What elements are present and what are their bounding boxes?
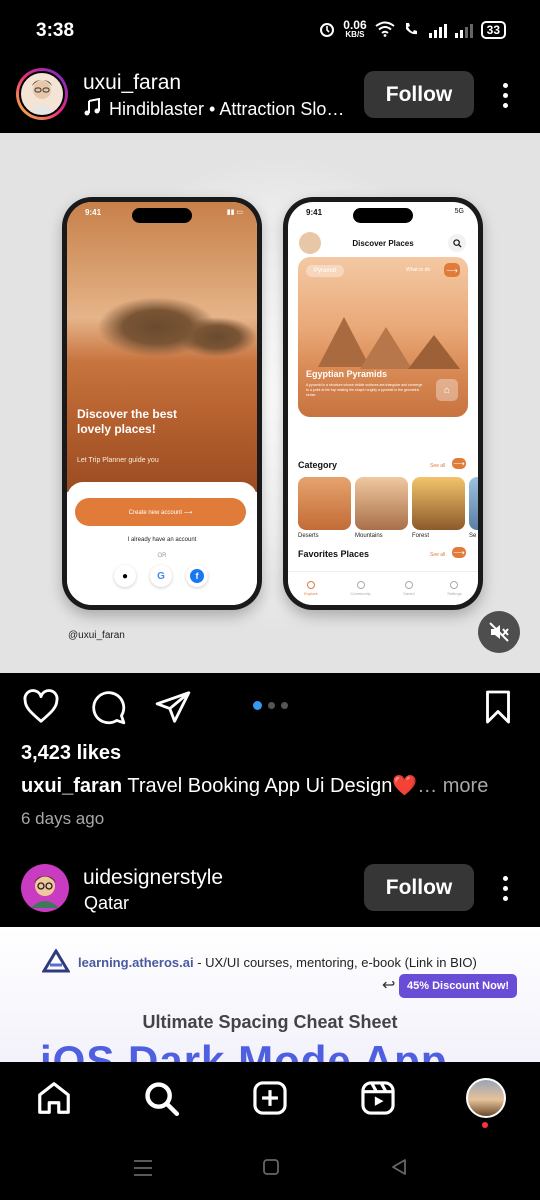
caption-username[interactable]: uxui_faran (21, 775, 122, 797)
status-time: 3:38 (36, 20, 75, 41)
follow-button[interactable]: Follow (364, 71, 474, 118)
volte-call-icon (403, 21, 421, 40)
phone-mockup-onboarding: 9:41 ▮▮ ▭ Discover the best lovely place… (62, 197, 262, 610)
bookmark-icon-small: ⌂ (436, 379, 458, 401)
audio-track[interactable]: Hindiblaster • Attraction Slo… (83, 97, 345, 121)
muted-speaker-icon (489, 622, 509, 642)
carousel-indicator (253, 701, 288, 710)
profile-tab[interactable] (464, 1076, 508, 1120)
tab-explore: Explore (304, 581, 318, 596)
save-bookmark-icon[interactable] (480, 688, 520, 728)
avatar-uidesignerstyle[interactable] (21, 864, 69, 912)
home-icon[interactable] (32, 1076, 76, 1120)
system-navigation-bar (0, 1137, 540, 1200)
existing-account-link: I already have an account (127, 537, 197, 543)
phone-mockup-discover: 9:41 5G Discover Places Pyramid What to … (283, 197, 483, 610)
post-username[interactable]: uxui_faran (83, 71, 181, 95)
follow-button-2[interactable]: Follow (364, 864, 474, 911)
second-post-image[interactable]: learning.atheros.ai - UX/UI courses, men… (0, 927, 540, 1062)
onboarding-screen: 9:41 ▮▮ ▭ Discover the best lovely place… (67, 202, 257, 605)
music-note-icon (83, 97, 101, 121)
onboarding-title: Discover the best lovely places! (77, 407, 178, 436)
onboarding-subtitle: Let Trip Planner guide you (77, 457, 159, 464)
signal-strength-icon (428, 22, 447, 38)
search-icon-small (448, 234, 466, 252)
pyramid-card: Pyramid What to do ⟶ Egyptian Pyramids A… (298, 257, 468, 417)
dynamic-island-2 (353, 208, 413, 223)
discover-screen: 9:41 5G Discover Places Pyramid What to … (288, 202, 478, 605)
discount-badge: 45% Discount Now! (399, 974, 518, 998)
card-description: A pyramid is a structure whose visible s… (306, 383, 423, 397)
search-explore-icon[interactable] (139, 1076, 183, 1120)
comment-icon[interactable] (89, 688, 129, 728)
category-title: Category (298, 460, 338, 470)
caption-text: Travel Booking App Ui Design❤️ (127, 775, 418, 797)
audio-track-label: Hindiblaster • Attraction Slo… (109, 99, 345, 119)
apple-icon: ● (114, 565, 136, 587)
avatar-cartoon-icon (31, 876, 59, 908)
profile-avatar (466, 1078, 506, 1118)
post-date: 6 days ago (21, 809, 105, 828)
status-icons: 0.06 KB/S 33 (319, 18, 506, 40)
or-divider: OR (157, 553, 167, 559)
card-title: Egyptian Pyramids (306, 369, 388, 379)
category-thumb-sea (469, 477, 478, 530)
second-post-username[interactable]: uidesignerstyle (83, 866, 223, 890)
like-heart-icon[interactable] (22, 688, 62, 728)
tab-saved: Saved (403, 581, 415, 596)
create-account-button: Create new account ⟶ (75, 498, 246, 526)
more-options-icon-2[interactable] (503, 876, 508, 901)
bottom-navigation (0, 1062, 540, 1137)
arrow-right-icon-2: ⟶ (452, 458, 466, 469)
ad-line: learning.atheros.ai - UX/UI courses, men… (41, 948, 477, 976)
recent-apps-icon[interactable] (132, 1159, 154, 1182)
post-image[interactable]: 9:41 ▮▮ ▭ Discover the best lovely place… (0, 133, 540, 673)
alarm-icon (319, 21, 335, 40)
second-post-location[interactable]: Qatar (84, 893, 129, 914)
battery-indicator: 33 (480, 21, 506, 39)
home-button-icon[interactable] (262, 1158, 280, 1181)
avatar-image (19, 71, 65, 117)
network-speed: 0.06 KB/S (343, 18, 367, 39)
status-bar: 3:38 0.06 KB/S 33 (0, 0, 540, 62)
phone-tabbar: Explore Community Saved Settings (288, 571, 478, 605)
ad-text: - UX/UI courses, mentoring, e-book (Link… (197, 955, 477, 970)
desert-shrub-2 (177, 317, 257, 357)
likes-count[interactable]: 3,423 likes (21, 742, 121, 765)
reels-icon[interactable] (356, 1076, 400, 1120)
atheros-logo-icon (41, 948, 71, 976)
big-headline: iOS Dark Mode App (40, 1037, 448, 1062)
wifi-icon (375, 21, 395, 40)
dynamic-island (132, 208, 192, 223)
share-send-icon[interactable] (154, 688, 194, 728)
caption-more-link[interactable]: … more (417, 775, 488, 797)
mute-toggle[interactable] (478, 611, 520, 653)
back-button-icon[interactable] (390, 1158, 408, 1181)
curved-arrow-icon: ↩ (382, 977, 396, 994)
pyramid-chip: Pyramid (306, 265, 345, 277)
signal-strength-icon-2 (454, 22, 473, 38)
tab-community: Community (350, 581, 371, 596)
pyramid-shape-3 (408, 335, 460, 369)
image-watermark-handle: @uxui_faran (68, 630, 125, 641)
facebook-icon: f (186, 565, 208, 587)
category-thumb-deserts (298, 477, 351, 530)
tab-settings: Settings (447, 581, 462, 596)
cheat-sheet-title: Ultimate Spacing Cheat Sheet (142, 1012, 398, 1032)
notification-dot (482, 1122, 488, 1128)
phone-battery-icon: ▮▮ ▭ (226, 209, 243, 216)
more-options-icon[interactable] (503, 83, 508, 108)
pyramid-shape-2 (360, 327, 412, 369)
create-post-icon[interactable] (248, 1076, 292, 1120)
category-thumb-mountains (355, 477, 408, 530)
ad-brand: learning.atheros.ai (78, 955, 194, 970)
onboarding-sheet: Create new account ⟶ I already have an a… (67, 482, 257, 605)
favorites-title: Favorites Places (298, 549, 370, 559)
arrow-right-icon: ⟶ (444, 263, 460, 277)
google-icon: G (150, 565, 172, 587)
avatar[interactable] (16, 68, 68, 120)
category-thumb-forest (412, 477, 465, 530)
arrow-right-icon-3: ⟶ (452, 547, 466, 558)
post-caption[interactable]: uxui_faran Travel Booking App Ui Design❤… (21, 773, 488, 798)
